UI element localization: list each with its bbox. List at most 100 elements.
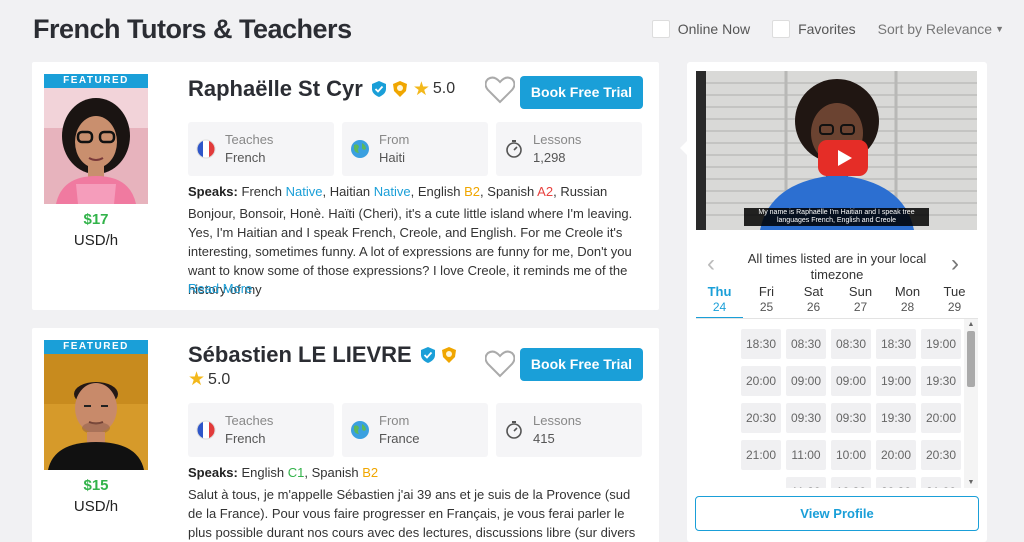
day-date: 28 [900, 300, 915, 314]
french-flag-icon [196, 139, 216, 159]
tutor-rating: 5.0 [208, 370, 231, 388]
lessons-value: 1,298 [533, 150, 566, 165]
view-profile-button[interactable]: View Profile [695, 496, 979, 531]
speaks-line: Speaks: English C1, Spanish B2 [188, 465, 378, 480]
separator: , [304, 465, 312, 480]
time-slot[interactable]: 20:30 [876, 477, 916, 488]
time-slot[interactable]: 09:00 [786, 366, 826, 396]
day-name: Tue [943, 284, 966, 299]
day-name: Fri [758, 284, 775, 299]
scroll-down-icon[interactable]: ▼ [964, 477, 978, 488]
book-free-trial-button[interactable]: Book Free Trial [520, 76, 643, 109]
scroll-up-icon[interactable]: ▲ [964, 319, 978, 331]
time-slot[interactable]: 11:30 [786, 477, 826, 488]
tutor-card[interactable]: FEATURED $15 USD/h Sébastien LE LIEVRE ★… [32, 328, 659, 542]
time-slot[interactable]: 09:30 [786, 403, 826, 433]
book-free-trial-button[interactable]: Book Free Trial [520, 348, 643, 381]
time-slot[interactable]: 10:30 [831, 477, 871, 488]
online-now-box[interactable] [651, 20, 670, 38]
time-slot[interactable]: 18:30 [876, 329, 916, 359]
sort-label: Sort by Relevance [877, 21, 993, 37]
sort-dropdown[interactable]: Sort by Relevance ▼ [878, 21, 1004, 37]
day-name: Sun [848, 284, 873, 299]
speaks-label: Speaks: [188, 184, 238, 199]
tutor-photo-block: FEATURED $17 USD/h [44, 74, 148, 249]
online-now-checkbox[interactable]: Online Now [651, 20, 750, 38]
time-slot[interactable]: 19:30 [876, 403, 916, 433]
time-slot[interactable]: 08:30 [831, 329, 871, 359]
chevron-left-icon[interactable]: ‹ [707, 252, 715, 276]
schedule-days: Thu 24 Fri 25 Sat 26 Sun 27 Mon 28 Tue 29 [696, 284, 978, 319]
chevron-down-icon: ▼ [995, 24, 1004, 34]
intro-video[interactable]: My name is Raphaëlle I'm Haitian and I s… [696, 71, 977, 230]
tutor-bio: Salut à tous, je m'appelle Sébastien j'a… [188, 487, 636, 540]
tutor-name[interactable]: Sébastien LE LIEVRE [188, 342, 412, 368]
language: Haitian [329, 184, 371, 199]
from-value: France [379, 431, 420, 446]
tutor-preview-panel: My name is Raphaëlle I'm Haitian and I s… [687, 62, 987, 542]
favorite-heart-icon[interactable] [485, 76, 515, 104]
tutor-card[interactable]: FEATURED $17 USD/h Raphaëlle St Cyr ★ 5.… [32, 62, 659, 310]
teaches-value: French [225, 150, 266, 165]
price-unit: USD/h [73, 498, 119, 515]
tutor-avatar[interactable] [44, 354, 148, 470]
favorites-checkbox[interactable]: Favorites [772, 20, 856, 38]
lessons-value: 415 [533, 431, 555, 446]
speaks-label: Speaks: [188, 465, 238, 480]
tutor-info-row: Teaches French From Haiti Lessons 1,298 [188, 122, 650, 176]
teaches-label: Teaches [225, 413, 274, 428]
from-box: From France [342, 403, 488, 457]
day-name: Mon [894, 284, 921, 299]
time-slot[interactable]: 20:00 [741, 366, 781, 396]
from-value: Haiti [379, 150, 406, 165]
tutor-avatar[interactable] [44, 88, 148, 204]
page-title: French Tutors & Teachers [33, 14, 352, 44]
verified-badge-icon [371, 81, 386, 97]
day-column-header[interactable]: Tue 29 [931, 284, 978, 319]
favorite-heart-icon[interactable] [485, 350, 515, 378]
scrollbar-thumb[interactable] [967, 331, 975, 387]
tutor-name[interactable]: Raphaëlle St Cyr [188, 76, 363, 102]
scrollbar[interactable]: ▲ ▼ [964, 319, 978, 488]
time-slot[interactable]: 09:30 [831, 403, 871, 433]
favorites-box[interactable] [772, 20, 791, 38]
hourly-price: $15 [83, 477, 109, 494]
time-slot[interactable]: 21:00 [921, 477, 961, 488]
language-level: Native [285, 184, 323, 199]
youtube-play-button[interactable] [818, 140, 868, 176]
chevron-right-icon[interactable]: › [951, 252, 959, 276]
star-icon: ★ [188, 369, 206, 390]
filters-bar: Online Now Favorites Sort by Relevance ▼ [651, 20, 1004, 38]
from-label: From [379, 132, 410, 147]
star-icon: ★ [412, 78, 430, 100]
day-column-header[interactable]: Sat 26 [790, 284, 837, 319]
globe-icon [351, 140, 369, 158]
time-slot[interactable]: 19:30 [921, 366, 961, 396]
time-slot[interactable]: 20:30 [741, 403, 781, 433]
featured-badge: FEATURED [44, 74, 148, 88]
time-slot[interactable]: 20:30 [921, 440, 961, 470]
time-slots-area: 18:30 08:30 08:30 18:30 19:00 20:00 09:00 09:00… [696, 318, 978, 488]
language: English [241, 465, 285, 480]
day-name: Sat [803, 284, 824, 299]
verified-badge-icon [420, 347, 435, 363]
time-slot[interactable]: 21:00 [741, 440, 781, 470]
day-column-header[interactable]: Fri 25 [743, 284, 790, 319]
time-slot[interactable]: 19:00 [921, 329, 961, 359]
time-slot[interactable]: 20:00 [876, 440, 916, 470]
time-slot[interactable]: 18:30 [741, 329, 781, 359]
teaches-box: Teaches French [188, 122, 334, 176]
day-column-header[interactable]: Thu 24 [696, 284, 743, 319]
time-slot[interactable]: 08:30 [786, 329, 826, 359]
read-more-link[interactable]: Read More [188, 281, 252, 296]
language-level: B2 [362, 465, 379, 480]
time-slot[interactable]: 11:00 [786, 440, 826, 470]
day-column-header[interactable]: Sun 27 [837, 284, 884, 319]
favorites-label: Favorites [798, 21, 856, 37]
time-slot[interactable]: 20:00 [921, 403, 961, 433]
day-date: 24 [712, 300, 727, 314]
time-slot[interactable]: 10:00 [831, 440, 871, 470]
time-slot[interactable]: 09:00 [831, 366, 871, 396]
day-column-header[interactable]: Mon 28 [884, 284, 931, 319]
time-slot[interactable]: 19:00 [876, 366, 916, 396]
